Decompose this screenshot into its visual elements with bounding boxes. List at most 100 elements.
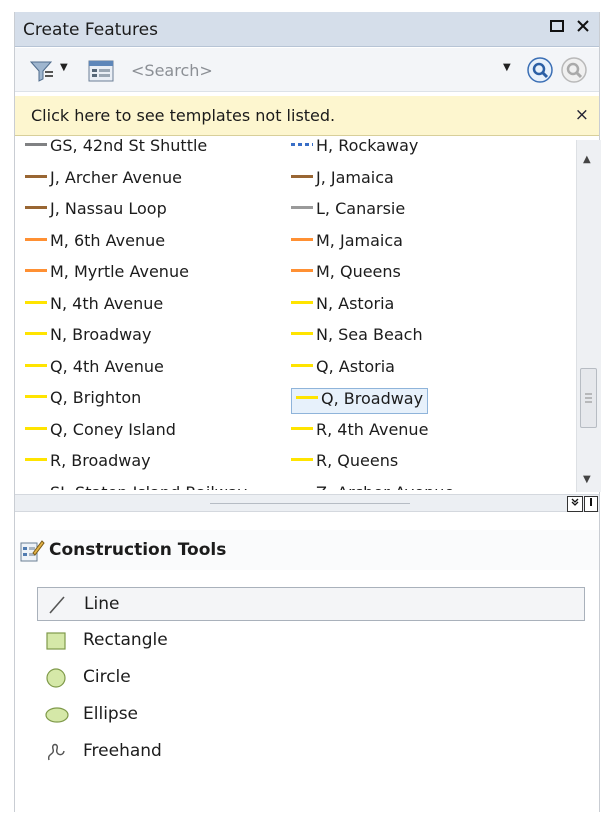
template-label: R, 4th Avenue — [316, 419, 429, 439]
template-item[interactable]: SI, Staten Island Railway — [25, 483, 247, 491]
clear-search-icon[interactable] — [561, 57, 587, 87]
line-icon — [46, 594, 68, 616]
template-item[interactable]: Q, Astoria — [291, 357, 395, 381]
template-item[interactable]: M, Jamaica — [291, 231, 403, 255]
notice-text[interactable]: Click here to see templates not listed. — [31, 106, 335, 125]
tool-label: Ellipse — [83, 704, 139, 724]
template-label: L, Canarsie — [316, 199, 406, 218]
template-item[interactable]: N, 4th Avenue — [25, 294, 163, 318]
template-label: M, 6th Avenue — [50, 230, 166, 250]
construction-tools-title: Construction Tools — [49, 540, 227, 560]
template-label: Q, Brighton — [50, 388, 142, 407]
search-icon[interactable] — [527, 57, 553, 87]
template-item[interactable]: N, Sea Beach — [291, 325, 423, 349]
template-item[interactable]: M, 6th Avenue — [25, 231, 165, 255]
template-item[interactable]: J, Nassau Loop — [25, 199, 167, 223]
line-symbol-icon — [25, 363, 47, 367]
panel-title: Create Features — [23, 20, 158, 40]
construction-tools-icon — [19, 539, 45, 567]
collapse-icon[interactable] — [567, 496, 583, 512]
template-item[interactable]: R, Queens — [291, 451, 398, 475]
template-label: J, Nassau Loop — [50, 199, 167, 218]
template-label: H, Rockaway — [316, 138, 419, 155]
template-item[interactable]: L, Canarsie — [291, 199, 405, 223]
filter-icon[interactable] — [29, 59, 55, 87]
line-symbol-icon — [25, 489, 47, 490]
tool-label: Circle — [83, 667, 131, 687]
template-label: Q, 4th Avenue — [50, 356, 164, 376]
template-item[interactable]: GS, 42nd St Shuttle — [25, 138, 207, 160]
template-label: M, Jamaica — [316, 230, 403, 250]
line-symbol-icon — [25, 143, 47, 146]
template-item[interactable]: Q, Brighton — [25, 388, 141, 412]
ellipse-icon — [45, 704, 69, 726]
template-item[interactable]: Z, Archer Avenue — [291, 483, 454, 491]
maximize-icon[interactable] — [547, 18, 567, 38]
template-item[interactable]: Q, Coney Island — [25, 420, 176, 444]
line-symbol-icon — [291, 174, 313, 178]
freehand-icon — [45, 741, 67, 763]
template-item[interactable]: J, Archer Avenue — [25, 168, 182, 192]
tool-freehand[interactable]: Freehand — [37, 735, 585, 769]
template-item[interactable]: H, Rockaway — [291, 138, 418, 160]
tool-ellipse[interactable]: Ellipse — [37, 698, 585, 732]
templates-scrollbar[interactable]: ▲ ▼ — [576, 140, 601, 492]
template-item[interactable]: J, Jamaica — [291, 168, 394, 192]
splitter-grip[interactable] — [210, 503, 410, 504]
line-symbol-icon — [291, 458, 313, 461]
panel-toggle-icon[interactable] — [584, 496, 598, 512]
construction-tools-header: Construction Tools — [15, 530, 599, 570]
line-symbol-icon — [291, 206, 313, 209]
toolbar: ▼ <Search> ▼ — [15, 48, 599, 92]
line-symbol-icon — [25, 269, 47, 272]
template-label: SI, Staten Island Railway — [50, 483, 247, 491]
template-label: N, 4th Avenue — [50, 293, 164, 313]
line-symbol-icon — [25, 174, 47, 178]
template-label: GS, 42nd St Shuttle — [50, 138, 208, 155]
line-symbol-icon — [296, 396, 318, 399]
filter-dropdown-icon[interactable]: ▼ — [60, 62, 68, 73]
template-label: Z, Archer Avenue — [316, 483, 454, 491]
scroll-down-icon[interactable]: ▼ — [583, 474, 591, 485]
line-symbol-icon — [291, 363, 313, 367]
line-symbol-icon — [25, 237, 47, 241]
template-label: Q, Coney Island — [50, 419, 176, 439]
organize-templates-icon[interactable] — [87, 59, 117, 89]
search-dropdown-icon[interactable]: ▼ — [503, 62, 511, 73]
title-bar: Create Features — [15, 12, 599, 47]
template-label: N, Broadway — [50, 325, 152, 344]
template-item[interactable]: N, Broadway — [25, 325, 151, 349]
template-label: R, Broadway — [50, 451, 151, 470]
line-symbol-icon — [291, 332, 313, 335]
line-symbol-icon — [25, 206, 47, 209]
template-item[interactable]: M, Myrtle Avenue — [25, 262, 189, 286]
template-item[interactable]: N, Astoria — [291, 294, 394, 318]
scroll-thumb[interactable] — [580, 368, 597, 428]
scroll-up-icon[interactable]: ▲ — [583, 154, 591, 165]
template-item[interactable]: Q, Broadway — [291, 388, 429, 414]
template-item[interactable]: R, 4th Avenue — [291, 420, 428, 444]
template-label: R, Queens — [316, 451, 399, 470]
line-symbol-icon — [291, 237, 313, 241]
tool-label: Freehand — [83, 741, 162, 761]
search-input[interactable]: <Search> — [131, 61, 213, 80]
template-label: J, Archer Avenue — [50, 167, 182, 187]
line-symbol-icon — [291, 300, 313, 304]
line-symbol-icon — [25, 300, 47, 304]
line-symbol-icon — [25, 426, 47, 430]
template-item[interactable]: Q, 4th Avenue — [25, 357, 164, 381]
tool-circle[interactable]: Circle — [37, 661, 585, 695]
panel-splitter[interactable] — [15, 494, 599, 512]
template-label: N, Sea Beach — [316, 325, 423, 344]
templates-not-listed-notice[interactable]: Click here to see templates not listed. … — [15, 96, 599, 136]
line-symbol-icon — [25, 395, 47, 398]
line-symbol-icon — [291, 269, 313, 272]
tool-line[interactable]: Line — [37, 587, 585, 621]
notice-close-icon[interactable]: × — [575, 105, 589, 125]
close-icon[interactable] — [573, 18, 593, 38]
tool-label: Line — [84, 594, 120, 614]
template-item[interactable]: M, Queens — [291, 262, 401, 286]
template-item[interactable]: R, Broadway — [25, 451, 151, 475]
tool-rectangle[interactable]: Rectangle — [37, 624, 585, 658]
template-label: N, Astoria — [316, 293, 395, 313]
